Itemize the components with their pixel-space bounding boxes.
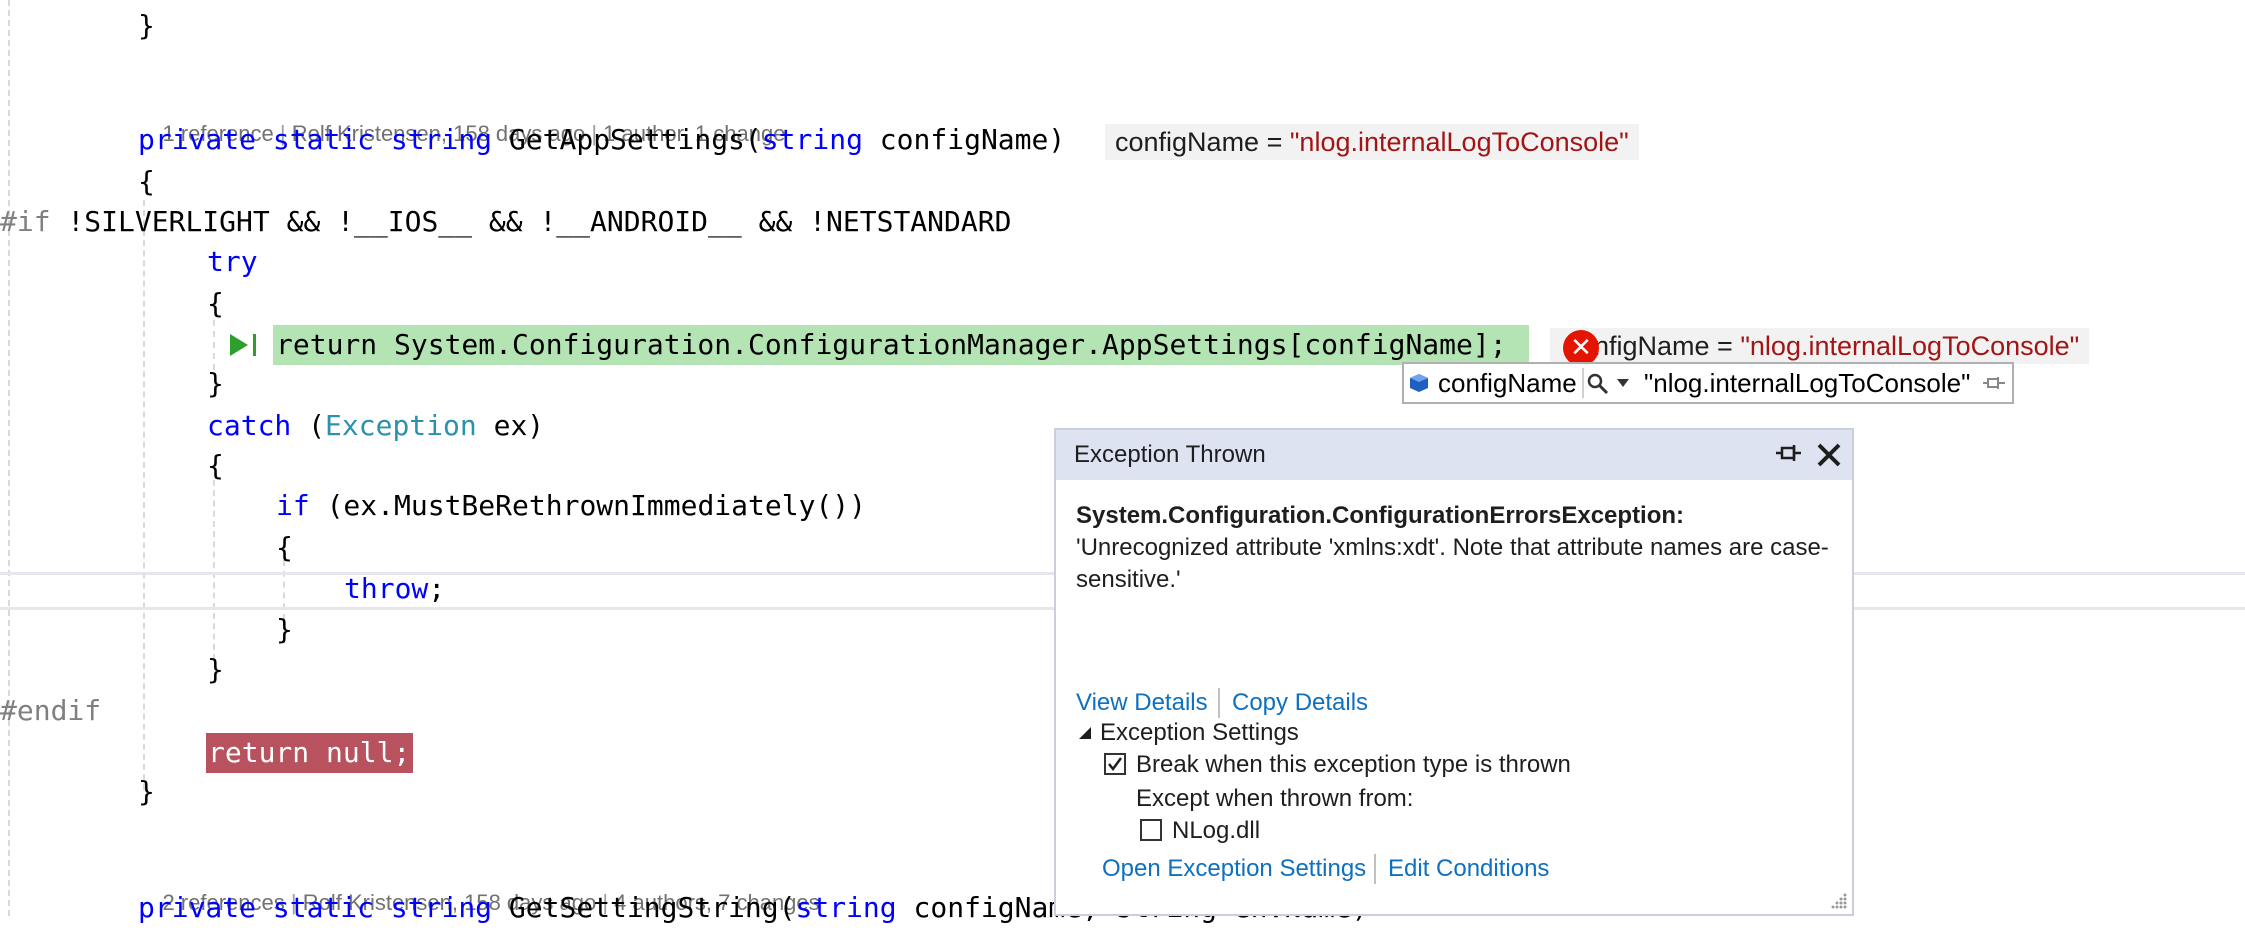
- link-separator: [1374, 854, 1376, 884]
- exception-settings-header[interactable]: Exception Settings: [1100, 718, 1299, 748]
- code-line: if (ex.MustBeRethrownImmediately()): [276, 489, 867, 522]
- code-line: throw;: [344, 572, 446, 605]
- copy-details-link[interactable]: Copy Details: [1232, 688, 1368, 718]
- break-when-thrown-checkbox[interactable]: [1104, 753, 1126, 775]
- close-icon[interactable]: [1814, 440, 1844, 470]
- preprocessor-line: #endif: [0, 694, 102, 727]
- edit-conditions-link[interactable]: Edit Conditions: [1388, 854, 1549, 884]
- pin-icon[interactable]: [1982, 374, 2006, 394]
- popup-header: Exception Thrown: [1056, 430, 1852, 480]
- code-line: }: [207, 653, 224, 686]
- datatip-name: configName: [1438, 368, 1577, 398]
- code-line: {: [138, 165, 155, 198]
- datatip[interactable]: configName "nlog.internalLogToConsole": [1402, 362, 2014, 404]
- view-details-link[interactable]: View Details: [1076, 688, 1208, 718]
- exception-type: System.Configuration.ConfigurationErrors…: [1076, 502, 1685, 529]
- code-line: {: [276, 531, 293, 564]
- code-line: return null;: [208, 736, 411, 769]
- magnifier-icon[interactable]: [1586, 372, 1610, 396]
- preprocessor-line: #if !SILVERLIGHT && !__IOS__ && !__ANDRO…: [0, 205, 1012, 238]
- datatip-value[interactable]: "nlog.internalLogToConsole": [1644, 364, 1970, 402]
- code-editor[interactable]: } 1 reference | Rolf Kristensen, 158 day…: [0, 0, 2245, 924]
- exception-text: 'Unrecognized attribute 'xmlns:xdt'. Not…: [1076, 534, 1829, 593]
- current-statement-arrow-icon: [230, 334, 256, 356]
- breakpoint-highlight: return null;: [206, 733, 413, 773]
- code-line: }: [138, 9, 155, 42]
- indent-guide: [143, 200, 145, 790]
- link-separator: [1218, 688, 1220, 718]
- inline-value-hint[interactable]: nfigName = "nlog.internalLogToConsole": [1550, 328, 2090, 364]
- break-when-thrown-label: Break when this exception type is thrown: [1136, 751, 1571, 778]
- code-line: {: [207, 287, 224, 320]
- method-signature: private static string GetAppSettings(str…: [138, 123, 1066, 156]
- nlog-dll-label: NLog.dll: [1172, 817, 1261, 844]
- popup-title: Exception Thrown: [1074, 441, 1266, 468]
- code-line: }: [276, 613, 293, 646]
- exception-message: System.Configuration.ConfigurationErrors…: [1076, 500, 1836, 596]
- exception-helper-popup: Exception Thrown System.Configuration.Co…: [1054, 428, 1854, 916]
- variable-icon: [1410, 374, 1428, 392]
- indent-guide: [213, 320, 215, 370]
- inline-value-hint[interactable]: configName = "nlog.internalLogToConsole": [1105, 124, 1639, 160]
- indent-guide: [213, 480, 215, 660]
- code-line: catch (Exception ex): [207, 409, 545, 442]
- code-line: {: [207, 449, 224, 482]
- code-line: try: [207, 245, 258, 278]
- code-line: return System.Configuration.Configuratio…: [276, 328, 1507, 361]
- code-line: }: [207, 367, 224, 400]
- resize-grip-icon[interactable]: [1830, 892, 1848, 910]
- nlog-dll-checkbox[interactable]: [1140, 819, 1162, 841]
- indent-guide: [8, 0, 10, 916]
- collapse-triangle-icon[interactable]: [1078, 726, 1092, 740]
- pin-icon[interactable]: [1774, 442, 1802, 466]
- error-icon: ✕: [1563, 330, 1599, 366]
- open-exception-settings-link[interactable]: Open Exception Settings: [1102, 854, 1366, 884]
- except-when-label: Except when thrown from:: [1136, 785, 1414, 812]
- code-line: }: [138, 775, 155, 808]
- current-statement-highlight: return System.Configuration.Configuratio…: [273, 325, 1529, 365]
- chevron-down-icon[interactable]: [1616, 378, 1630, 388]
